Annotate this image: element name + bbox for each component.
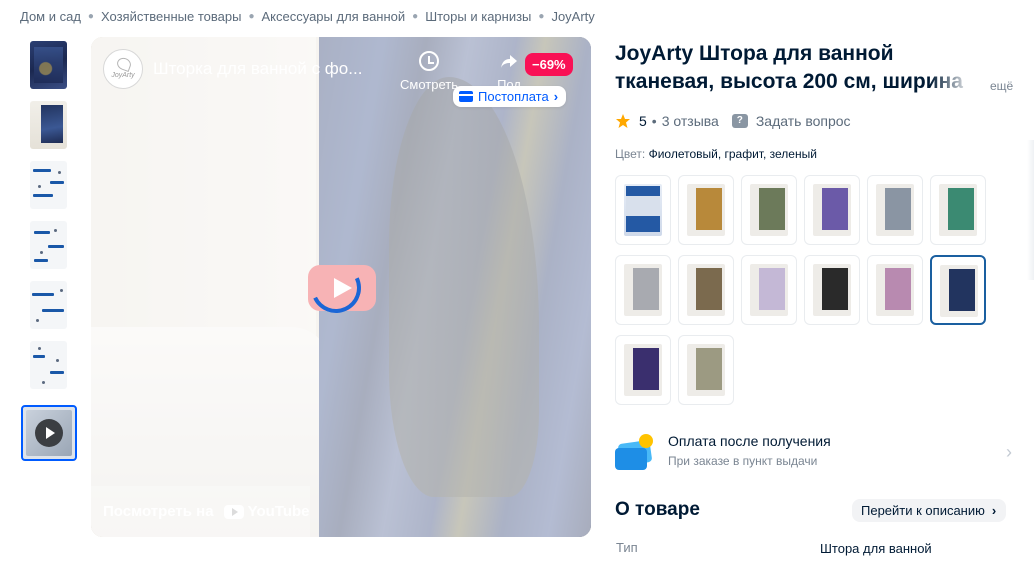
color-swatch[interactable]	[804, 175, 860, 245]
swatch-image	[750, 264, 788, 316]
show-more-title-link[interactable]: ещё	[990, 79, 1013, 93]
color-swatch[interactable]	[678, 335, 734, 405]
color-line: Цвет: Фиолетовый, графит, зеленый	[615, 147, 817, 161]
breadcrumb-item-brand[interactable]: JoyArty	[551, 9, 594, 24]
color-swatch[interactable]	[867, 175, 923, 245]
breadcrumb-separator-icon: ●	[538, 11, 545, 22]
color-swatch[interactable]	[930, 175, 986, 245]
swatch-image	[624, 344, 662, 396]
question-bubble-icon: ?	[731, 114, 748, 128]
swatch-image	[876, 264, 914, 316]
channel-logo-text: JoyArty	[111, 72, 135, 79]
swatch-image	[624, 184, 662, 236]
rating-row: 5 • 3 отзыва ? Задать вопрос	[615, 113, 851, 129]
swatch-image	[687, 344, 725, 396]
color-swatch[interactable]	[930, 255, 986, 325]
breadcrumb: Дом и сад ● Хозяйственные товары ● Аксес…	[20, 9, 595, 24]
thumbnail-image[interactable]	[30, 341, 67, 389]
star-icon	[616, 114, 630, 128]
payment-cards-icon	[615, 434, 655, 470]
reviews-link[interactable]: 3 отзыва	[662, 113, 719, 129]
clock-icon	[419, 51, 439, 71]
swatch-image	[813, 264, 851, 316]
payment-subtitle: При заказе в пункт выдачи	[668, 454, 818, 468]
thumbnail-image[interactable]	[30, 101, 67, 149]
postpay-badge[interactable]: Постоплата ›	[453, 86, 567, 107]
breadcrumb-item-bath-accessories[interactable]: Аксессуары для ванной	[261, 9, 405, 24]
swatch-image	[750, 184, 788, 236]
chevron-right-icon: ›	[553, 89, 559, 104]
product-video-player[interactable]: JoyArty Шторка для ванной с фо... Смотре…	[91, 37, 591, 537]
color-swatch[interactable]	[741, 255, 797, 325]
color-swatch[interactable]	[804, 255, 860, 325]
breadcrumb-item-curtains[interactable]: Шторы и карнизы	[425, 9, 531, 24]
chevron-right-icon: ›	[991, 503, 997, 518]
swatch-image	[687, 184, 725, 236]
swatch-image	[940, 265, 978, 317]
go-to-description-button[interactable]: Перейти к описанию ›	[852, 499, 1007, 522]
payment-after-receipt-banner[interactable]: Оплата после получения При заказе в пунк…	[615, 430, 1020, 474]
color-swatch[interactable]	[678, 175, 734, 245]
swatch-image	[876, 184, 914, 236]
color-swatch[interactable]	[741, 175, 797, 245]
breadcrumb-item-household[interactable]: Хозяйственные товары	[101, 9, 241, 24]
breadcrumb-separator-icon: ●	[412, 11, 419, 22]
thumbnail-image[interactable]	[30, 281, 67, 329]
separator-dot: •	[651, 113, 657, 129]
watch-on-label: Посмотреть на	[103, 503, 214, 520]
color-value: Фиолетовый, графит, зеленый	[648, 147, 817, 161]
rating-value: 5	[639, 113, 647, 129]
swatch-image	[687, 264, 725, 316]
spec-key: Тип	[616, 540, 638, 555]
thumbnail-image[interactable]	[30, 161, 67, 209]
color-swatch[interactable]	[867, 255, 923, 325]
payment-title: Оплата после получения	[668, 433, 831, 449]
spec-value: Штора для ванной	[820, 541, 932, 556]
ask-question-button[interactable]: ? Задать вопрос	[731, 113, 851, 129]
color-label: Цвет:	[615, 147, 646, 161]
thumbnail-image[interactable]	[30, 41, 67, 89]
channel-logo[interactable]: JoyArty	[103, 49, 143, 89]
youtube-icon	[223, 504, 244, 519]
color-swatch[interactable]	[615, 255, 671, 325]
breadcrumb-separator-icon: ●	[248, 11, 255, 22]
play-icon	[35, 419, 63, 447]
watch-later-label: Смотреть	[400, 77, 458, 92]
side-panel-edge	[1027, 140, 1034, 280]
swatch-image	[939, 184, 977, 236]
youtube-logo: YouTube	[223, 503, 310, 520]
swatch-image	[624, 264, 662, 316]
color-swatch[interactable]	[615, 335, 671, 405]
color-swatch[interactable]	[615, 175, 671, 245]
thumbnail-video[interactable]	[21, 405, 77, 461]
color-swatch[interactable]	[678, 255, 734, 325]
chevron-right-icon: ›	[1006, 442, 1012, 462]
watch-on-youtube-button[interactable]: Посмотреть на YouTube	[91, 486, 310, 537]
share-arrow-icon	[501, 55, 517, 68]
breadcrumb-item-home-garden[interactable]: Дом и сад	[20, 9, 81, 24]
swatch-image	[813, 184, 851, 236]
video-title[interactable]: Шторка для ванной с фо...	[153, 59, 362, 79]
postpay-label: Постоплата	[478, 89, 549, 104]
go-to-description-label: Перейти к описанию	[861, 503, 985, 518]
ask-question-label: Задать вопрос	[755, 113, 851, 129]
card-icon	[459, 91, 473, 102]
breadcrumb-separator-icon: ●	[87, 11, 94, 22]
thumbnail-image[interactable]	[30, 221, 67, 269]
discount-badge: −69%	[525, 53, 573, 76]
about-heading: О товаре	[615, 499, 700, 520]
youtube-wordmark: YouTube	[247, 503, 310, 520]
